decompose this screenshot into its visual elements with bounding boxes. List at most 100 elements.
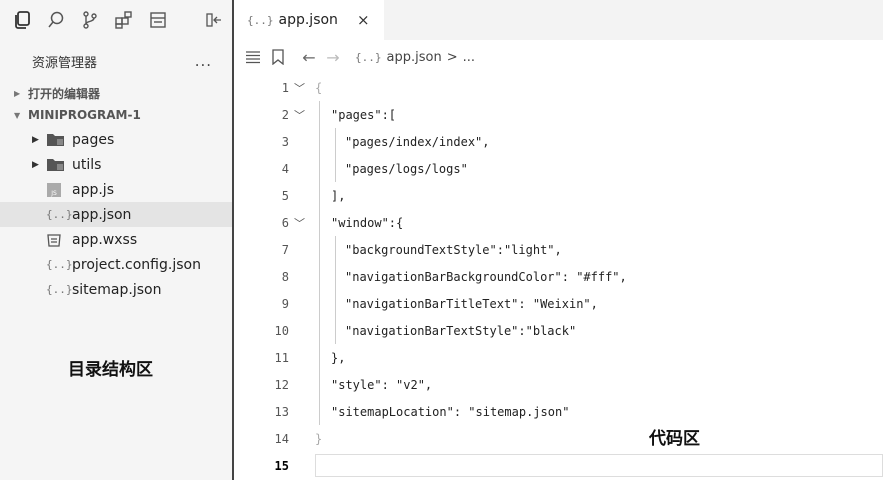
- line-number: 8: [281, 269, 289, 284]
- code-text: "backgroundTextStyle":"light",: [345, 242, 562, 257]
- code-line: 11 },: [239, 344, 883, 371]
- line-number: 9: [281, 296, 289, 311]
- tree-item-project-config-json[interactable]: {..} project.config.json: [0, 252, 232, 277]
- breadcrumb: ← → {..} app.json > ...: [239, 40, 883, 74]
- extensions-icon[interactable]: [114, 5, 148, 35]
- js-file-icon: JS: [46, 181, 66, 199]
- tree-item-label: app.js: [72, 181, 114, 198]
- line-number: 15: [274, 458, 289, 473]
- code-line: 14 }: [239, 425, 883, 452]
- code-line: 13 "sitemapLocation": "sitemap.json": [239, 398, 883, 425]
- code-text: "navigationBarTitleText": "Weixin",: [345, 296, 598, 311]
- line-number: 4: [281, 161, 289, 176]
- project-section[interactable]: ▼ MINIPROGRAM-1: [0, 104, 232, 126]
- wxss-file-icon: [46, 231, 66, 249]
- list-icon[interactable]: [245, 50, 271, 64]
- svg-text:JS: JS: [50, 190, 57, 197]
- code-text: "pages/logs/logs": [345, 161, 468, 176]
- line-number: 3: [281, 134, 289, 149]
- folder-icon: [46, 156, 66, 174]
- code-text: },: [331, 350, 346, 365]
- explorer-sidebar: 资源管理器 ... ▶ 打开的编辑器 ▼ MINIPROGRAM-1 ▶ pag…: [0, 0, 234, 480]
- explorer-header: 资源管理器 ...: [0, 40, 232, 82]
- tree-item-pages[interactable]: ▶ pages: [0, 127, 232, 152]
- layout-icon[interactable]: [148, 5, 182, 35]
- code-text: ],: [331, 188, 346, 203]
- open-editors-section[interactable]: ▶ 打开的编辑器: [0, 82, 232, 104]
- folder-icon: [46, 131, 66, 149]
- tab-label: app.json: [278, 12, 338, 28]
- line-number: 11: [274, 350, 289, 365]
- line-number: 1: [281, 80, 289, 95]
- json-file-icon: {..}: [247, 13, 274, 27]
- code-text: "sitemapLocation": "sitemap.json": [331, 404, 570, 419]
- tree-item-label: app.wxss: [72, 231, 138, 248]
- code-text: {: [315, 80, 323, 95]
- current-line[interactable]: 15: [239, 452, 883, 479]
- activity-toolbar: [0, 0, 232, 40]
- back-arrow-icon[interactable]: ←: [297, 48, 321, 67]
- line-number: 12: [274, 377, 289, 392]
- breadcrumb-file-label: app.json: [386, 49, 442, 65]
- source-control-icon[interactable]: [80, 5, 114, 35]
- tree-item-label: pages: [72, 131, 115, 148]
- tree-item-utils[interactable]: ▶ utils: [0, 152, 232, 177]
- code-line: 6 ﹀ "window":{: [239, 209, 883, 236]
- code-text: "style": "v2",: [331, 377, 433, 392]
- code-line: 2 ﹀ "pages":[: [239, 101, 883, 128]
- code-line: 10 "navigationBarTextStyle":"black": [239, 317, 883, 344]
- code-text: "pages/index/index",: [345, 134, 490, 149]
- collapse-panel-icon[interactable]: [202, 5, 224, 35]
- code-area[interactable]: 1 ﹀ { 2 ﹀ "pages":[ 3 "pages/index/index…: [239, 74, 883, 479]
- json-file-icon: {..}: [46, 283, 73, 296]
- code-line: 7 "backgroundTextStyle":"light",: [239, 236, 883, 263]
- more-actions-button[interactable]: ...: [195, 52, 212, 70]
- code-line: 4 "pages/logs/logs": [239, 155, 883, 182]
- fold-chevron-icon[interactable]: ﹀: [294, 80, 305, 96]
- bookmark-icon[interactable]: [271, 49, 297, 65]
- search-icon[interactable]: [46, 5, 80, 35]
- line-number: 5: [281, 188, 289, 203]
- breadcrumb-file[interactable]: {..} app.json > ...: [355, 50, 475, 65]
- json-file-icon: {..}: [46, 208, 73, 221]
- explorer-title: 资源管理器: [32, 55, 98, 71]
- code-text: "navigationBarBackgroundColor": "#fff",: [345, 269, 627, 284]
- tree-item-app-js[interactable]: JS app.js: [0, 177, 232, 202]
- line-number: 13: [274, 404, 289, 419]
- json-file-icon: {..}: [355, 50, 382, 64]
- line-number: 14: [274, 431, 289, 446]
- file-tree: ▶ pages ▶ utils JS app.js {..} app.json: [0, 127, 232, 302]
- chevron-right-icon: ▶: [32, 134, 39, 145]
- fold-chevron-icon[interactable]: ﹀: [294, 215, 305, 231]
- tree-item-sitemap-json[interactable]: {..} sitemap.json: [0, 277, 232, 302]
- tab-bar: {..} app.json ×: [239, 0, 883, 40]
- code-text: "pages":[: [331, 107, 397, 122]
- code-text: "navigationBarTextStyle":"black": [345, 323, 577, 338]
- code-text: "window":{: [331, 215, 404, 230]
- code-area-annotation: 代码区: [649, 429, 700, 449]
- fold-chevron-icon[interactable]: ﹀: [294, 107, 305, 123]
- code-line: 9 "navigationBarTitleText": "Weixin",: [239, 290, 883, 317]
- tree-item-app-json[interactable]: {..} app.json: [0, 202, 232, 227]
- copy-files-icon[interactable]: [12, 5, 46, 35]
- forward-arrow-icon[interactable]: →: [321, 48, 345, 67]
- caret-right-icon: ▶: [14, 88, 21, 98]
- chevron-right-icon: ▶: [32, 159, 39, 170]
- code-line: 5 ],: [239, 182, 883, 209]
- open-editors-label: 打开的编辑器: [28, 86, 101, 101]
- breadcrumb-more[interactable]: ...: [463, 50, 475, 65]
- caret-down-icon: ▼: [14, 110, 21, 120]
- directory-area-annotation: 目录结构区: [68, 360, 153, 380]
- line-number: 6: [281, 215, 289, 230]
- tree-item-label: app.json: [72, 206, 132, 223]
- project-label: MINIPROGRAM-1: [28, 108, 141, 122]
- tree-item-app-wxss[interactable]: app.wxss: [0, 227, 232, 252]
- close-icon[interactable]: ×: [357, 11, 370, 29]
- tab-app-json[interactable]: {..} app.json ×: [239, 0, 384, 40]
- code-line: 3 "pages/index/index",: [239, 128, 883, 155]
- tree-item-label: utils: [72, 156, 102, 173]
- code-line: 8 "navigationBarBackgroundColor": "#fff"…: [239, 263, 883, 290]
- current-line-highlight: [315, 454, 883, 477]
- code-editor: {..} app.json × ← → {..} app.json > ... …: [239, 0, 883, 480]
- line-number: 7: [281, 242, 289, 257]
